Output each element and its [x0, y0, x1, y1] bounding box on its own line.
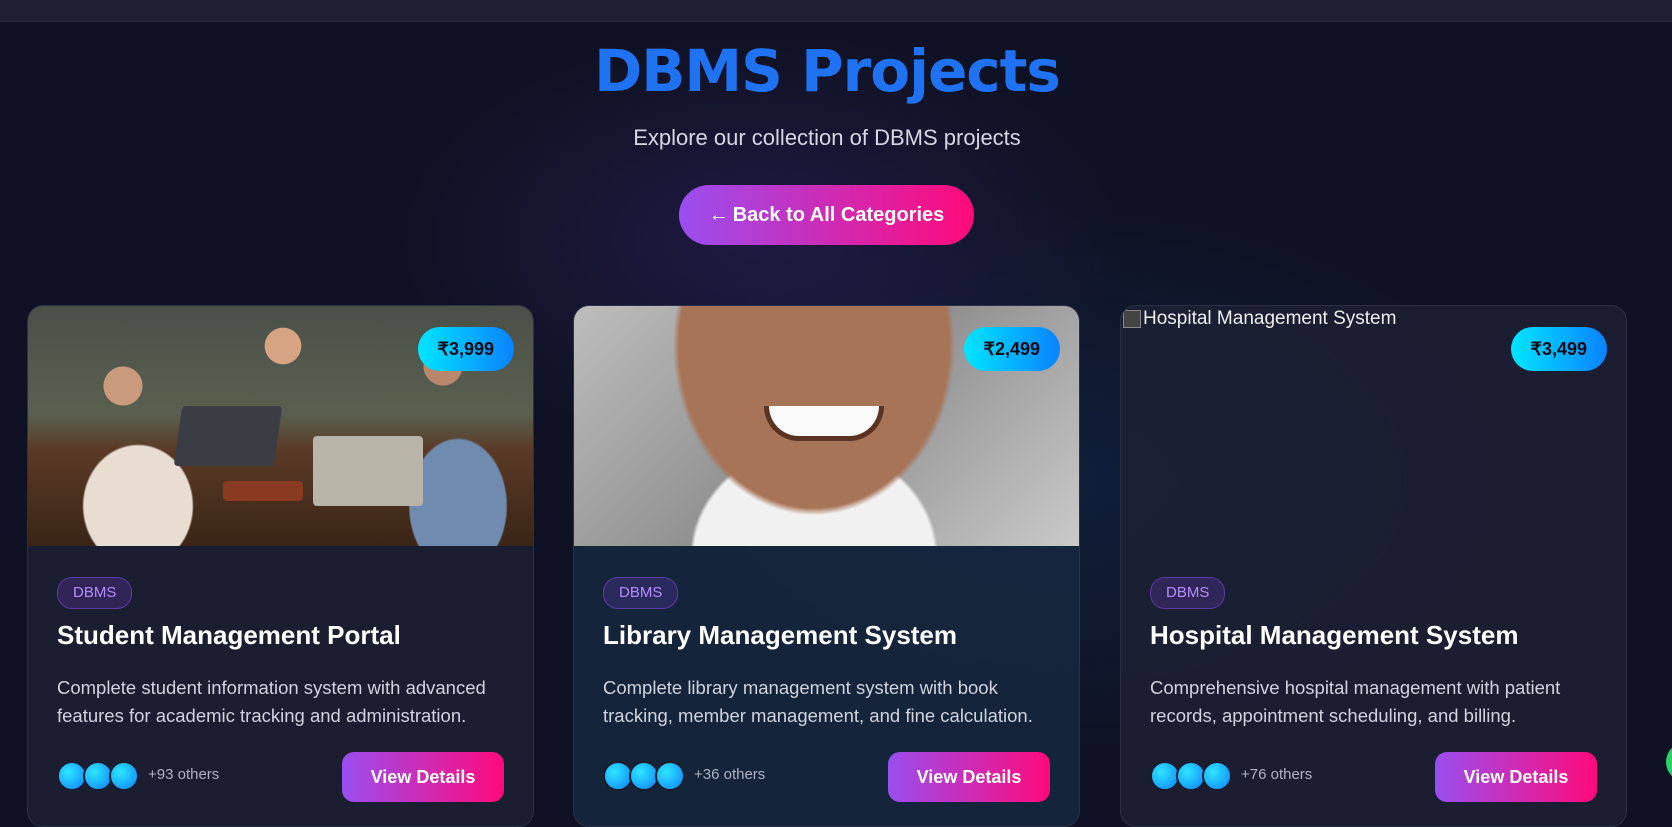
view-details-button[interactable]: View Details	[1435, 752, 1597, 802]
laptop-shape	[313, 436, 423, 506]
project-title: Library Management System	[603, 620, 958, 650]
category-tag: DBMS	[1150, 577, 1226, 609]
others-count: +36 others	[694, 766, 766, 783]
broken-image-icon	[1123, 310, 1141, 328]
back-arrow-icon: ←	[708, 203, 729, 226]
browser-top-bar	[0, 0, 1672, 22]
avatar	[109, 761, 139, 791]
category-tag: DBMS	[57, 577, 133, 609]
project-card[interactable]: ₹2,499 DBMS Library Management System Co…	[573, 305, 1080, 827]
others-count: +93 others	[148, 766, 220, 783]
category-tag: DBMS	[603, 577, 679, 609]
project-title: Hospital Management System	[1150, 620, 1519, 650]
avatar-group	[603, 761, 685, 791]
project-card[interactable]: Hospital Management System ₹3,499 DBMS H…	[1120, 305, 1627, 827]
back-to-categories-button[interactable]: ← Back to All Categories	[679, 185, 974, 245]
notebook-shape	[223, 481, 303, 501]
back-button-label: Back to All Categories	[732, 203, 945, 226]
price-badge: ₹3,999	[417, 327, 514, 371]
page-title: DBMS Projects	[594, 37, 1061, 105]
broken-image: Hospital Management System	[1123, 308, 1396, 330]
avatar-group	[1150, 761, 1232, 791]
project-card[interactable]: ₹3,999 DBMS Student Management Portal Co…	[27, 305, 534, 827]
view-details-button[interactable]: View Details	[342, 752, 504, 802]
avatar	[655, 761, 685, 791]
price-badge: ₹3,499	[1510, 327, 1607, 371]
laptop-shape	[173, 406, 283, 466]
avatar	[1202, 761, 1232, 791]
avatar-group	[57, 761, 139, 791]
smile-shape	[764, 406, 884, 441]
others-count: +76 others	[1241, 766, 1313, 783]
project-description: Comprehensive hospital management with p…	[1150, 677, 1561, 726]
page-subtitle: Explore our collection of DBMS projects	[633, 125, 1021, 150]
whatsapp-fab-icon[interactable]	[1666, 742, 1672, 782]
project-title: Student Management Portal	[57, 620, 401, 650]
image-alt-text: Hospital Management System	[1143, 308, 1397, 329]
view-details-button[interactable]: View Details	[888, 752, 1050, 802]
project-description: Complete student information system with…	[57, 677, 486, 726]
price-badge: ₹2,499	[963, 327, 1060, 371]
project-description: Complete library management system with …	[603, 677, 1033, 726]
